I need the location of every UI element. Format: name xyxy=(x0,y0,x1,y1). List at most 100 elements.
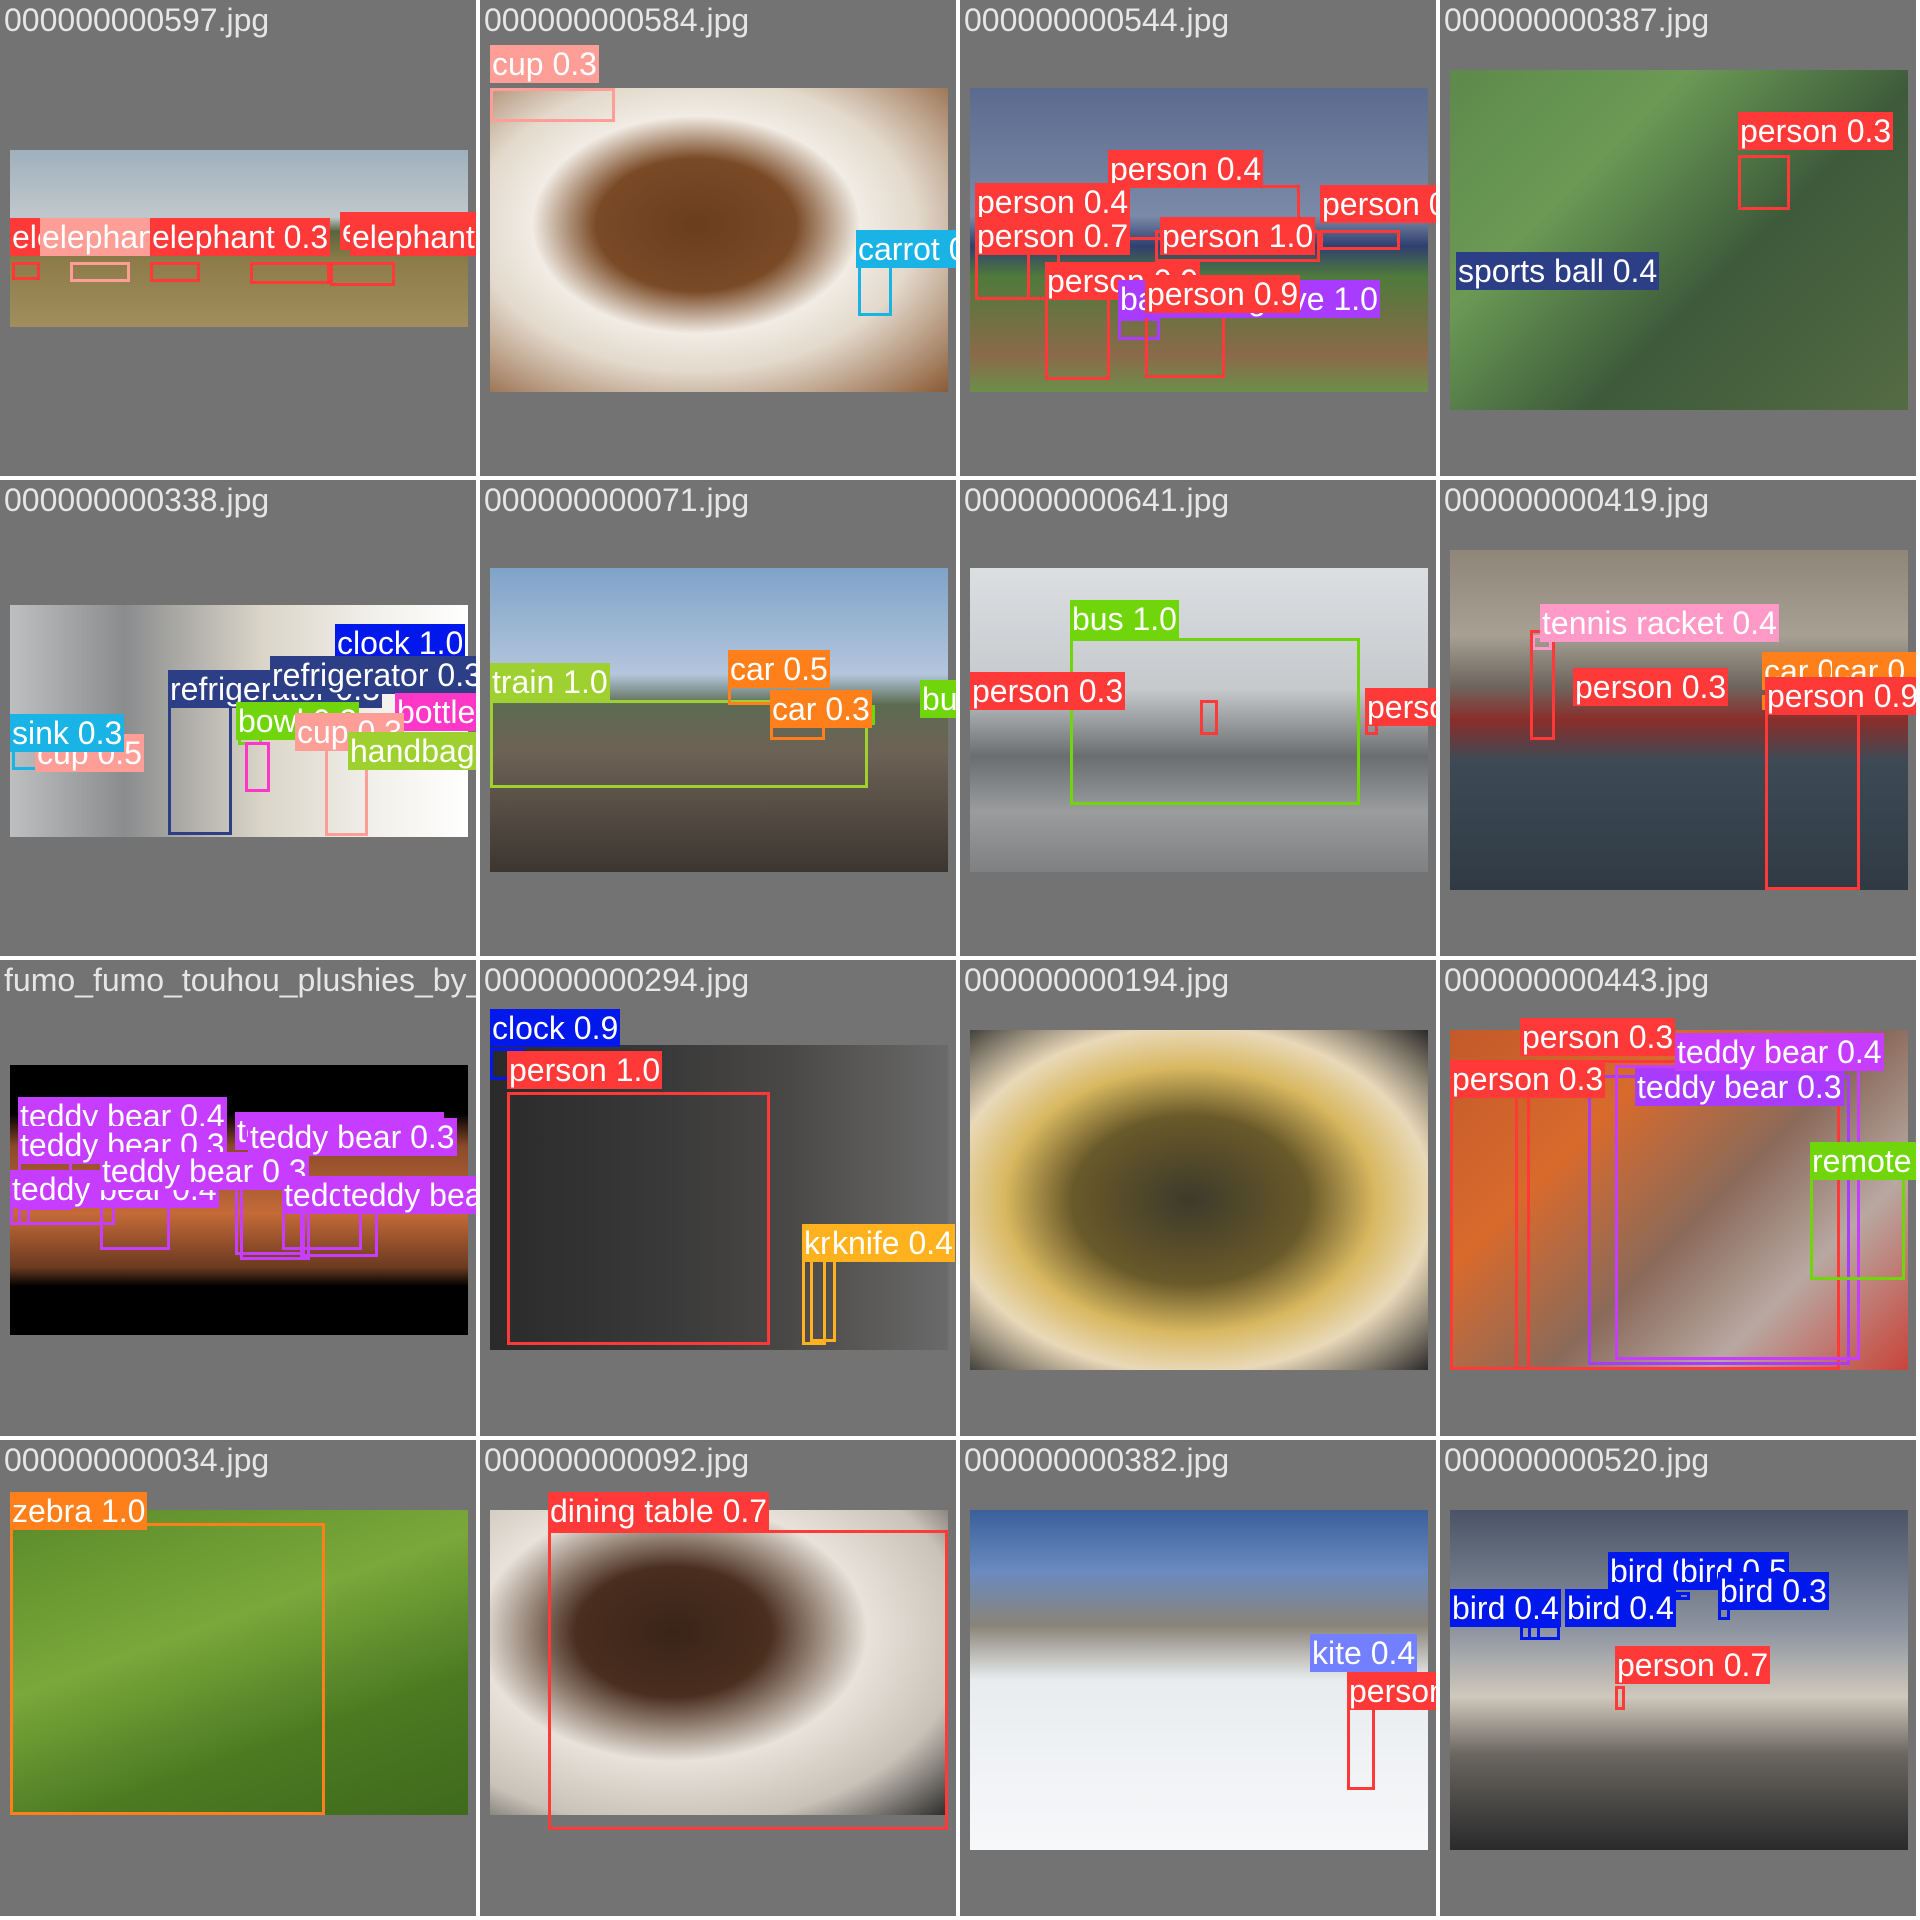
detection-box xyxy=(1530,630,1555,740)
tile-filename: 000000000194.jpg xyxy=(964,962,1230,998)
detection-label: clock 0.9 xyxy=(490,1009,621,1047)
detection-label: teddy bear 0.3 xyxy=(248,1118,457,1156)
detection-label: person 0.7 xyxy=(975,217,1131,255)
tile-0: elephant 0.3elephant 0.3elephant 0.3elep… xyxy=(0,0,476,476)
detection-label: train 1.0 xyxy=(490,663,610,701)
tile-2: person 0.4person 0.4person 0.7person 0.4… xyxy=(960,0,1436,476)
detection-label: person 1.0 xyxy=(1160,217,1316,255)
detection-label: bird 0.4 xyxy=(1565,1589,1676,1627)
detection-box xyxy=(1045,290,1110,380)
tile-11: person 0.3 person 0.3 teddy bear 0.3 teddy … xyxy=(1440,960,1916,1436)
tile-filename: 000000000071.jpg xyxy=(484,482,750,518)
detection-box xyxy=(1738,155,1790,210)
detection-label: remote 0.5 xyxy=(1810,1142,1916,1180)
tile-filename: 000000000544.jpg xyxy=(964,2,1230,38)
detection-label: bottle 0.3 xyxy=(395,693,476,731)
tile-photo xyxy=(970,1030,1428,1370)
tile-filename: 000000000092.jpg xyxy=(484,1442,750,1478)
tile-14: kite 0.4kite 0.6person 1.0000000000382.j… xyxy=(960,1440,1436,1916)
detection-label: car 0.3 xyxy=(770,690,872,728)
detection-box xyxy=(245,742,270,792)
tile-filename: 000000000584.jpg xyxy=(484,2,750,38)
tile-6: bus 1.0 person 0.3 person 0.3 000000000641.… xyxy=(960,480,1436,956)
detection-label: car 0.5 xyxy=(728,650,830,688)
detection-box xyxy=(150,262,200,282)
detection-box xyxy=(1347,1705,1375,1790)
detection-label: bus 1.0 xyxy=(1070,600,1179,638)
tile-filename: 000000000338.jpg xyxy=(4,482,270,518)
detection-label: person 0.3 xyxy=(1365,688,1436,726)
tile-7: tennis racket 0.4 person 0.3 car 0.5 car 0.… xyxy=(1440,480,1916,956)
tile-filename: 000000000597.jpg xyxy=(4,2,270,38)
tile-filename: 000000000034.jpg xyxy=(4,1442,270,1478)
detection-box xyxy=(1320,230,1400,250)
detection-box xyxy=(507,1092,770,1345)
detection-label: cup 0.3 xyxy=(490,45,599,83)
detection-label: person 0.4 xyxy=(1320,185,1436,223)
tile-filename: 000000000294.jpg xyxy=(484,962,750,998)
tile-15: bird 0.3 bird 0.5 bird 0.4 bird 0.4 bird 0.3… xyxy=(1440,1440,1916,1916)
tile-13: dining table 0.7 000000000092.jpg xyxy=(480,1440,956,1916)
tile-filename: 000000000443.jpg xyxy=(1444,962,1710,998)
tile-4: clock 1.0refrigerator 0.3refrigerator 0.… xyxy=(0,480,476,956)
detection-mosaic: elephant 0.3elephant 0.3elephant 0.3elep… xyxy=(0,0,1920,1920)
tile-filename: 000000000641.jpg xyxy=(964,482,1230,518)
detection-box xyxy=(330,262,395,286)
detection-label: zebra 1.0 xyxy=(10,1492,148,1530)
detection-label: person 1.0 xyxy=(1347,1672,1436,1710)
detection-label: bus 0.3 xyxy=(920,680,956,718)
tile-3: person 0.3 sports ball 0.4 000000000387.jp… xyxy=(1440,0,1916,476)
detection-label: person 0.4 xyxy=(975,183,1131,221)
detection-label: bird 0.3 xyxy=(1718,1572,1829,1610)
tile-filename: fumo_fumo_touhou_plushies_by_fumkan_djp xyxy=(4,962,476,998)
tile-5: train 1.0 car 0.5car 0.3 bus 0.3 0000000000… xyxy=(480,480,956,956)
tile-filename: 000000000520.jpg xyxy=(1444,1442,1710,1478)
detection-label: handbag 0.6 xyxy=(348,732,476,770)
detection-box xyxy=(548,1530,948,1830)
detection-box xyxy=(490,88,615,122)
detection-label: kite 0.4 xyxy=(1310,1634,1418,1672)
detection-label: elephant 0.3 xyxy=(150,218,331,256)
detection-label: tennis racket 0.4 xyxy=(1540,604,1779,642)
detection-label: teddy bear 0.4 xyxy=(1675,1033,1884,1071)
detection-label: elephant 0.3 xyxy=(350,218,476,256)
detection-label: person 0.7 xyxy=(1615,1646,1771,1684)
detection-box xyxy=(1200,700,1218,735)
detection-box xyxy=(1765,710,1860,890)
detection-label: sink 0.3 xyxy=(10,714,125,752)
tile-filename: 000000000387.jpg xyxy=(1444,2,1710,38)
tile-10: 000000000194.jpg xyxy=(960,960,1436,1436)
tile-8: teddy bear 0.4 teddy bear 0.3teddy bear 0… xyxy=(0,960,476,1436)
detection-box xyxy=(250,262,330,284)
detection-label: person 1.0 xyxy=(507,1051,663,1089)
detection-label: bird 0.4 xyxy=(1450,1589,1561,1627)
detection-label: person 0.4 xyxy=(1108,150,1264,188)
detection-label: teddy bear 0.3 xyxy=(1635,1068,1844,1106)
detection-box xyxy=(810,1255,836,1342)
detection-box xyxy=(12,262,40,280)
detection-box xyxy=(10,1523,325,1815)
detection-label: sports ball 0.4 xyxy=(1456,252,1660,290)
detection-label: person 0.3 xyxy=(1520,1018,1676,1056)
tile-filename: 000000000419.jpg xyxy=(1444,482,1710,518)
detection-box xyxy=(168,695,232,835)
detection-box xyxy=(858,264,892,316)
detection-label: person 0.3 xyxy=(970,672,1126,710)
detection-label: knife 0.4 xyxy=(830,1224,955,1262)
detection-label: person 0.3 xyxy=(1738,112,1894,150)
detection-label: person 0.9 xyxy=(1145,275,1301,313)
detection-label: person 0.3 xyxy=(1573,668,1729,706)
detection-label: person 0.3 xyxy=(1450,1060,1606,1098)
detection-box xyxy=(1528,1625,1560,1640)
detection-label: dining table 0.7 xyxy=(548,1492,770,1530)
tile-12: zebra 1.0 000000000034.jpg xyxy=(0,1440,476,1916)
tile-9: clock 0.9person 1.0knife 0.4knife 0.4000… xyxy=(480,960,956,1436)
detection-label: teddy bear 0.3 xyxy=(100,1152,309,1190)
tile-1: cup 0.3 carrot 0.6 000000000584.jpg xyxy=(480,0,956,476)
detection-label: refrigerator 0.3 xyxy=(270,656,476,694)
detection-label: carrot 0.6 xyxy=(856,230,956,268)
detection-label: teddy bear 0.4 xyxy=(340,1176,476,1214)
detection-box xyxy=(1615,1686,1625,1710)
detection-box xyxy=(70,262,130,282)
detection-label: person 0.9 xyxy=(1765,677,1916,715)
